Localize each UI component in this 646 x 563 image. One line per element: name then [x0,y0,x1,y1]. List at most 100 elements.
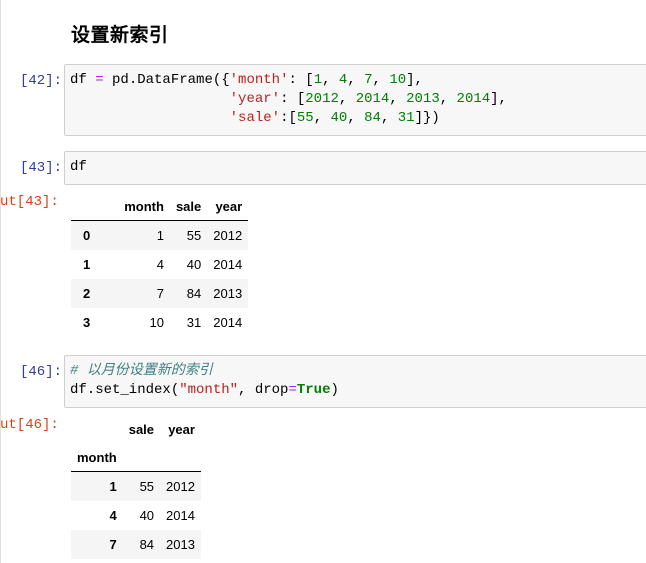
code-token: 10 [389,72,407,88]
dataframe-output-43: month sale year 0 1 55 2012 1 4 40 2014 2 7 84 2013 3 10… [71,192,249,337]
code-line: df.set_index("month", drop=True) [70,381,641,400]
table-row: 7 84 2013 [71,530,201,559]
code-token: df [70,72,96,88]
table-row: 1 55 2012 [71,471,201,501]
index-header-blank [71,192,97,221]
code-line: df = pd.DataFrame({'month': [1, 4, 7, 10… [70,71,641,90]
table-cell: 2012 [213,228,243,243]
code-token: df.set_index( [70,382,180,398]
table-cell: 7 [156,286,164,301]
blank-header-cell [160,443,201,472]
table-cell: 40 [186,257,202,272]
code-token: , [347,110,365,126]
table-row: 0 1 55 2012 [71,220,249,250]
code-line: df [70,158,641,177]
input-prompt-43: [43]: [20,160,63,176]
code-token: , [389,91,407,107]
column-header: year [168,421,195,437]
column-header: year [207,192,249,221]
table-cell: 55 [139,479,155,494]
code-token: 'month' [229,72,289,88]
code-token: , [347,72,365,88]
table-cell: 10 [149,315,164,330]
code-token: 2014 [355,91,390,107]
column-header: sale [128,421,155,437]
row-index: 3 [83,315,91,330]
code-token: , [439,91,457,107]
code-token: 1 [313,72,323,88]
column-header: month [96,192,170,221]
table-row: 2 7 84 2013 [71,279,249,308]
notebook-left-border [0,0,1,563]
code-token: : [ [288,72,314,88]
row-index: 4 [109,508,117,523]
index-header-blank [71,415,123,443]
code-token: : [ [280,91,306,107]
section-heading: 设置新索引 [71,24,169,46]
table-cell: 2013 [213,286,243,301]
code-line: # 以月份设置新的索引 [70,362,641,381]
code-token: 40 [330,110,348,126]
code-token: ]}) [414,110,440,126]
table-cell: 84 [139,537,155,552]
code-token: 2014 [456,91,491,107]
code-token: :[ [280,110,297,126]
row-index: 1 [83,257,91,272]
code-token: ], [490,91,507,107]
code-token: , drop [238,382,289,398]
blank-header-cell [122,443,161,472]
code-token: df [70,159,87,175]
code-token: , [338,91,356,107]
table-cell: 40 [139,508,155,523]
table-cell: 4 [156,257,164,272]
code-token: pd.DataFrame({ [103,72,230,88]
table-cell: 84 [186,286,202,301]
code-token: 84 [364,110,381,126]
table-cell: 31 [186,315,202,330]
row-index: 2 [83,286,91,301]
output-prompt-46: ut[46]: [0,417,59,433]
code-token: = [95,72,104,88]
code-token: 31 [397,110,415,126]
code-token: ], [406,72,423,88]
table-cell: 2014 [213,315,243,330]
input-prompt-46: [46]: [20,364,63,380]
output-prompt-43: ut[43]: [0,194,59,210]
column-header: sale [169,192,208,221]
code-token: , [372,72,390,88]
code-token: 'year' [229,91,281,107]
code-cell-42[interactable]: df = pd.DataFrame({'month': [1, 4, 7, 10… [64,64,646,136]
table-row: 3 10 31 2014 [71,308,248,337]
table-row: 1 4 40 2014 [71,250,248,279]
code-line: 'year': [2012, 2014, 2013, 2014], [70,90,641,109]
table-cell: 2013 [166,537,195,552]
code-token: 'sale' [229,110,281,126]
code-token: 2013 [406,91,440,107]
code-token: ) [330,382,339,398]
code-token: 7 [364,72,373,88]
code-token: = [288,382,297,398]
table-cell: 55 [186,228,202,243]
code-token: True [296,382,331,398]
code-token: "month" [179,382,239,398]
table-row: 4 40 2014 [71,501,201,530]
code-token: 2012 [305,91,339,107]
row-index: 7 [109,537,117,552]
table-cell: 2014 [166,508,195,523]
table-cell: 2012 [166,479,195,494]
code-token: , [322,72,339,88]
code-line: 'sale':[55, 40, 84, 31]}) [70,109,641,128]
row-index: 0 [83,228,91,243]
table-cell: 1 [156,228,164,243]
dataframe-output-46: sale year month 1 55 2012 4 40 2014 7 84 2013 [71,415,201,559]
table-cell: 2014 [213,257,243,272]
code-token: , [380,110,398,126]
row-index: 1 [109,479,117,494]
code-token: 55 [296,110,314,126]
code-cell-43[interactable]: df [64,151,646,185]
code-cell-46[interactable]: # 以月份设置新的索引 df.set_index("month", drop=Tr… [64,355,646,408]
index-name-header: month [71,443,123,472]
input-prompt-42: [42]: [20,73,63,89]
